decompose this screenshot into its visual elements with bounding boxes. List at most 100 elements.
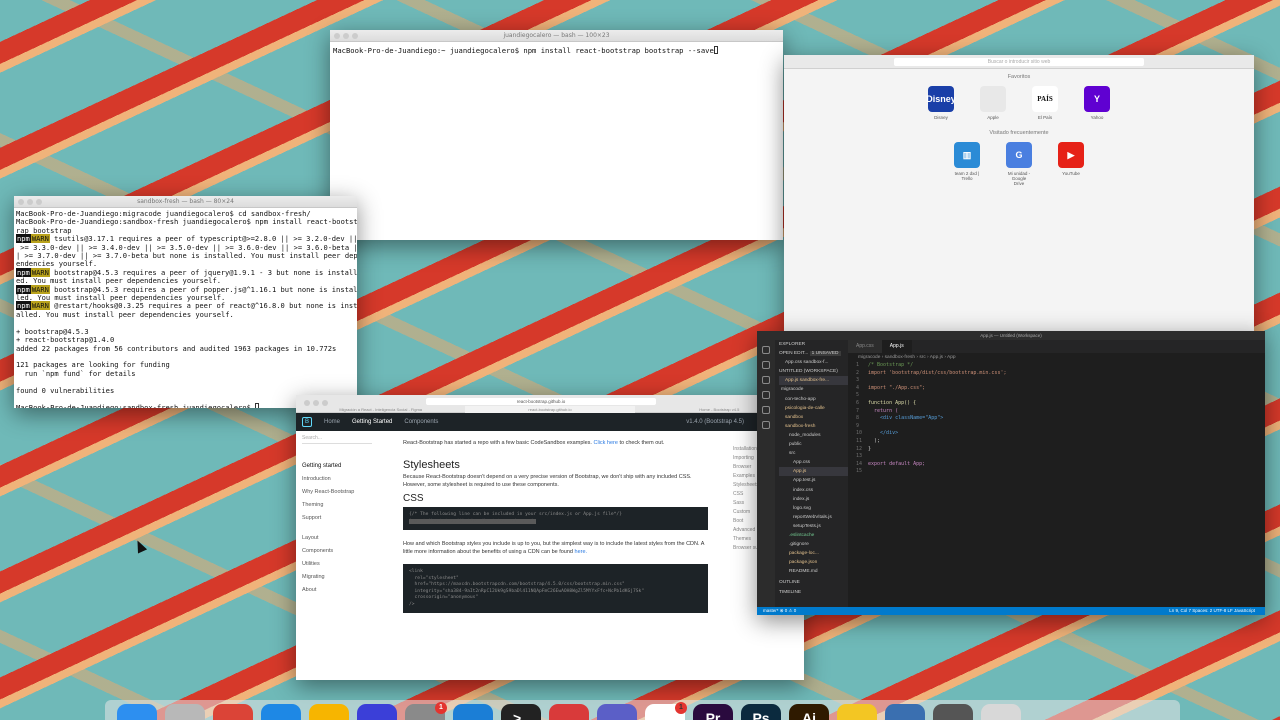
browser-window-docs[interactable]: react-bootstrap.github.io Migración a Re…: [296, 395, 804, 680]
nav-home[interactable]: Home: [324, 419, 340, 425]
frequent-tile[interactable]: ▶ YouTube: [1058, 142, 1084, 186]
frequent-tile[interactable]: ▥ team 2 dxd | Trello: [954, 142, 980, 186]
tab-figma[interactable]: Migración a React - Inteligencia Social …: [296, 406, 465, 413]
cyberduck-icon[interactable]: [837, 704, 877, 720]
tab-app-js[interactable]: App.js: [881, 340, 912, 353]
terminal-title-bar[interactable]: juandiegocalero — bash — 100×23: [330, 30, 783, 42]
terminal-title-bar[interactable]: sandbox-fresh — bash — 80×24: [14, 196, 357, 208]
frequent-tile[interactable]: G Mi unidad - Google Drive: [1006, 142, 1032, 186]
window-controls[interactable]: [18, 199, 42, 205]
explorer-item[interactable]: logo.svg: [779, 504, 848, 513]
misc-app-icon[interactable]: [885, 704, 925, 720]
terminal-window-left[interactable]: sandbox-fresh — bash — 80×24 MacBook-Pro…: [14, 196, 357, 408]
explorer-item[interactable]: package.json: [779, 558, 848, 567]
explorer-item[interactable]: package-loc...: [779, 549, 848, 558]
cdn-here-link[interactable]: here.: [575, 549, 588, 555]
sidebar-item-utilities[interactable]: Utilities: [302, 561, 374, 567]
intro-link[interactable]: Click here: [593, 440, 617, 446]
tab-react-bootstrap[interactable]: react-bootstrap.github.io: [465, 406, 635, 413]
code-block-import[interactable]: {/* The following line can be included i…: [403, 507, 708, 530]
branch-status[interactable]: master* ⊗ 0 ⚠ 0: [763, 607, 796, 615]
favorites-tile[interactable]: Y Yahoo: [1084, 86, 1110, 120]
workspace-heading[interactable]: UNTITLED (WORKSPACE): [779, 367, 848, 376]
address-bar[interactable]: Buscar o introducir sitio web: [894, 58, 1144, 66]
terminal-output[interactable]: MacBook-Pro-de-Juandiego:migracode juand…: [14, 208, 357, 408]
teams-icon[interactable]: [597, 704, 637, 720]
outline-section[interactable]: OUTLINE: [779, 578, 848, 587]
chrome-icon[interactable]: [213, 704, 253, 720]
explorer-item[interactable]: index.css: [779, 486, 848, 495]
explorer-item[interactable]: sandbox: [779, 413, 848, 422]
explorer-item[interactable]: App.js: [779, 467, 848, 477]
todo-icon[interactable]: [549, 704, 589, 720]
explorer-item[interactable]: README.md: [779, 567, 848, 576]
url-bar[interactable]: react-bootstrap.github.io: [426, 398, 656, 405]
explorer-item[interactable]: setupTests.js: [779, 522, 848, 531]
launchpad-icon[interactable]: [165, 704, 205, 720]
premiere-icon[interactable]: Pr: [693, 704, 733, 720]
vscode-window[interactable]: App.js — Untitled (Workspace) EXPLORER O…: [757, 331, 1265, 615]
explorer-item[interactable]: public: [779, 440, 848, 449]
favorites-tile[interactable]: PAÍS El País: [1032, 86, 1058, 120]
explorer-item[interactable]: .gitignore: [779, 540, 848, 549]
browser-toolbar[interactable]: react-bootstrap.github.io Migración a Re…: [296, 395, 804, 413]
explorer-item[interactable]: migracode: [779, 385, 848, 394]
open-editors-section[interactable]: OPEN EDIT... 1 UNSAVED: [779, 349, 848, 358]
react-bootstrap-logo-icon[interactable]: B: [302, 417, 312, 427]
favorites-tile[interactable]: Disney Disney: [926, 86, 956, 120]
cursor-position-status[interactable]: Ln 9, Col 7 Spaces: 2 UTF-8 LF JavaScrip…: [1169, 607, 1255, 615]
safari-window[interactable]: Buscar o introducir sitio web Favoritos …: [784, 55, 1254, 335]
lasso-icon[interactable]: [357, 704, 397, 720]
sidebar-item-getting-started[interactable]: Getting started: [302, 463, 374, 469]
run-icon[interactable]: [762, 391, 770, 399]
tab-app-css[interactable]: App.css: [848, 340, 882, 353]
finder-icon[interactable]: [117, 704, 157, 720]
window-controls[interactable]: [334, 33, 358, 39]
slack-icon[interactable]: 1: [645, 702, 687, 720]
explorer-item[interactable]: src: [779, 449, 848, 458]
terminal-icon[interactable]: >_: [501, 704, 541, 720]
breadcrumb[interactable]: migracode › sandbox-fresh › src › App.js…: [848, 353, 1265, 362]
files-icon[interactable]: [762, 346, 770, 354]
explorer-item[interactable]: reportWebVitals.js: [779, 513, 848, 522]
explorer-item[interactable]: node_modules: [779, 431, 848, 440]
explorer-item[interactable]: App.css: [779, 458, 848, 467]
explorer-item[interactable]: index.js: [779, 495, 848, 504]
version-selector[interactable]: v1.4.0 (Bootstrap 4.5): [686, 419, 744, 425]
vscode-icon[interactable]: [453, 704, 493, 720]
nav-getting-started[interactable]: Getting Started: [352, 419, 392, 425]
sidebar-item-support[interactable]: Support: [302, 515, 374, 521]
safari-toolbar[interactable]: Buscar o introducir sitio web: [784, 55, 1254, 69]
source-control-icon[interactable]: [762, 376, 770, 384]
timeline-section[interactable]: TIMELINE: [779, 588, 848, 597]
explorer-item[interactable]: App.js sandbox-fre...: [779, 376, 848, 386]
sidebar-item-components[interactable]: Components: [302, 548, 374, 554]
sidebar-item-theming[interactable]: Theming: [302, 502, 374, 508]
explorer-item[interactable]: psicologia-de-calle: [779, 404, 848, 413]
docs-search-input[interactable]: Search...: [302, 433, 372, 444]
explorer-item[interactable]: sandbox-fresh: [779, 422, 848, 431]
extensions-icon[interactable]: [762, 406, 770, 414]
favorites-tile[interactable]: Apple: [980, 86, 1006, 120]
system-preferences-icon[interactable]: 1: [405, 702, 447, 720]
terminal-window-top[interactable]: juandiegocalero — bash — 100×23 MacBook-…: [330, 30, 783, 240]
explorer-item[interactable]: .eslintcache: [779, 531, 848, 540]
sidebar-item-introduction[interactable]: Introduction: [302, 476, 374, 482]
trash-icon[interactable]: [981, 704, 1021, 720]
sidebar-item-why-react-bootstrap[interactable]: Why React-Bootstrap: [302, 489, 374, 495]
photoshop-icon[interactable]: Ps: [741, 704, 781, 720]
search-icon[interactable]: [762, 361, 770, 369]
illustrator-icon[interactable]: Ai: [789, 704, 829, 720]
editor-area[interactable]: App.css App.js migracode › sandbox-fresh…: [848, 340, 1265, 607]
window-icon[interactable]: [933, 704, 973, 720]
sidebar-item-layout[interactable]: Layout: [302, 535, 374, 541]
code-block-link[interactable]: <link rel="stylesheet" href="https://max…: [403, 564, 708, 613]
explorer-item[interactable]: App.css sandbox-f...: [779, 358, 848, 367]
explorer-item[interactable]: con-techo-app: [779, 395, 848, 404]
sidebar-item-about[interactable]: About: [302, 587, 374, 593]
safari-icon[interactable]: [261, 704, 301, 720]
sidebar-item-migrating[interactable]: Migrating: [302, 574, 374, 580]
nav-components[interactable]: Components: [404, 419, 438, 425]
sketch-icon[interactable]: [309, 704, 349, 720]
remote-icon[interactable]: [762, 421, 770, 429]
